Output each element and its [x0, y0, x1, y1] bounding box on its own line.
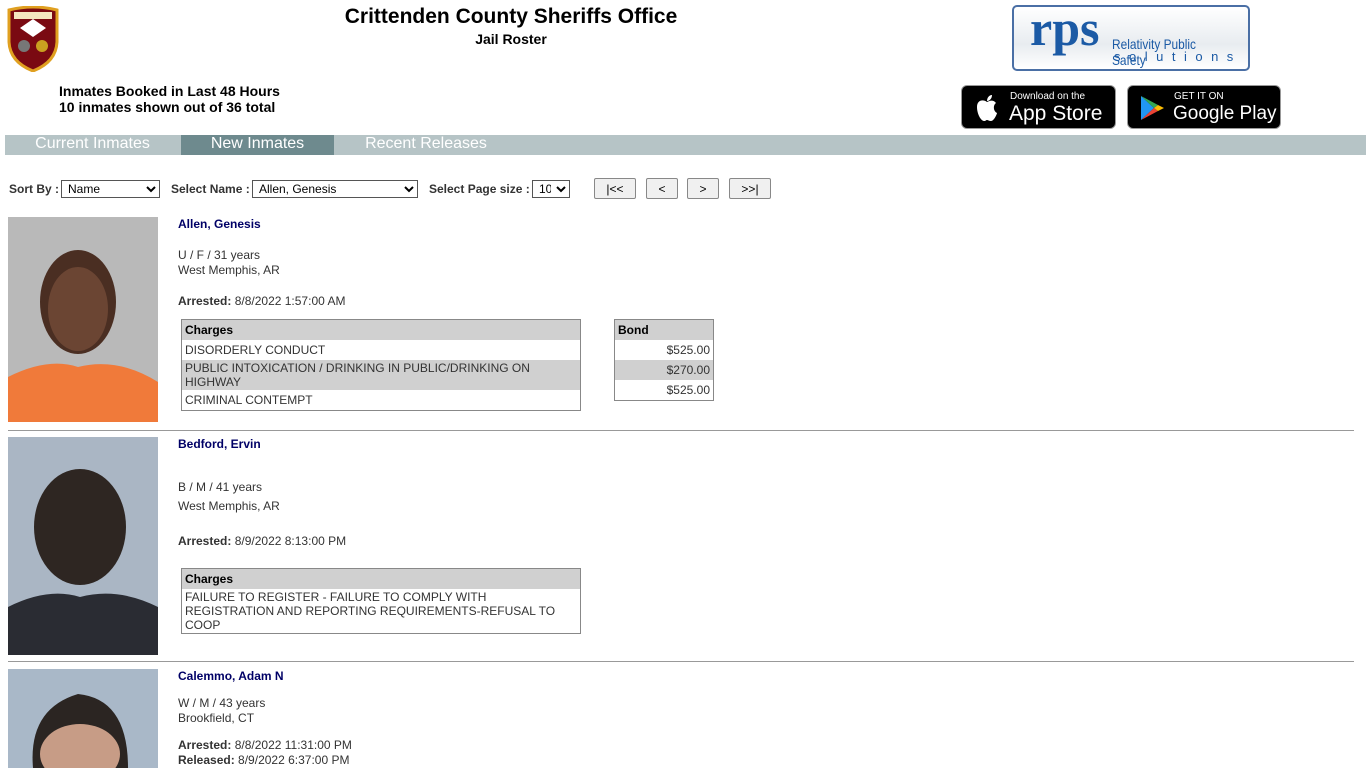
bond-table: Bond $525.00 $270.00 $525.00 [614, 319, 714, 401]
prev-page-button[interactable]: < [646, 178, 678, 199]
rps-logo-line2: solutions [1114, 49, 1242, 64]
charge: PUBLIC INTOXICATION / DRINKING IN PUBLIC… [181, 360, 581, 390]
released-label: Released: [178, 753, 235, 767]
inmate-demographics: W / M / 43 years [178, 696, 266, 710]
tab-recent-releases[interactable]: Recent Releases [335, 135, 517, 155]
arrested-label: Arrested: [178, 738, 232, 752]
page-subtitle: Jail Roster [475, 31, 547, 47]
arrested-label: Arrested: [178, 534, 232, 548]
inmate-record: Allen, Genesis U / F / 31 years West Memp… [8, 217, 1354, 427]
inmate-city: Brookfield, CT [178, 711, 255, 725]
rps-logo[interactable]: rps Relativity Public Safety solutions [1012, 0, 1250, 71]
record-divider [8, 430, 1354, 431]
google-play-large: Google Play [1173, 103, 1277, 124]
google-play-button[interactable]: GET IT ON Google Play [1127, 85, 1281, 129]
first-page-button[interactable]: |<< [594, 178, 636, 199]
inmate-demographics: B / M / 41 years [178, 480, 263, 494]
charges-table: Charges DISORDERLY CONDUCT PUBLIC INTOXI… [181, 319, 581, 411]
summary: Inmates Booked in Last 48 Hours 10 inmat… [59, 83, 280, 115]
inmate-arrested: Arrested: 8/8/2022 1:57:00 AM [178, 294, 345, 309]
charge: DISORDERLY CONDUCT [185, 343, 326, 357]
app-store-large: App Store [1009, 102, 1103, 125]
inmate-photo[interactable] [8, 669, 158, 768]
arrested-label: Arrested: [178, 294, 232, 308]
inmate-details: B / M / 41 years West Memphis, AR [178, 478, 280, 516]
tab-current-inmates[interactable]: Current Inmates [5, 135, 180, 155]
inmate-demographics: U / F / 31 years [178, 248, 261, 262]
inmate-released: Released: 8/9/2022 6:37:00 PM [178, 753, 352, 768]
inmate-name[interactable]: Bedford, Ervin [178, 437, 261, 451]
last-page-button[interactable]: >>| [729, 178, 771, 199]
bond: $525.00 [666, 343, 710, 357]
inmate-name[interactable]: Allen, Genesis [178, 217, 261, 231]
inmate-city: West Memphis, AR [178, 499, 280, 513]
inmate-name[interactable]: Calemmo, Adam N [178, 669, 284, 683]
bond: $525.00 [666, 383, 710, 397]
summary-count: 10 inmates shown out of 36 total [59, 99, 276, 115]
inmate-photo[interactable] [8, 217, 158, 422]
inmate-record: Calemmo, Adam N W / M / 43 years Brookfie… [8, 669, 1354, 769]
name-label: Select Name : [171, 182, 250, 196]
tab-new-inmates[interactable]: New Inmates [181, 135, 334, 155]
inmate-details: U / F / 31 years West Memphis, AR [178, 248, 280, 278]
google-play-icon [1141, 96, 1164, 120]
arrested-date: 8/8/2022 11:31:00 PM [234, 738, 352, 752]
page-size-select[interactable]: 10 [532, 180, 570, 198]
name-select[interactable]: Allen, Genesis [252, 180, 418, 198]
charges-header: Charges [181, 568, 581, 589]
charge: CRIMINAL CONTEMPT [185, 393, 313, 407]
record-divider [8, 661, 1354, 662]
inmate-city: West Memphis, AR [178, 263, 280, 277]
charges-header: Charges [181, 319, 581, 340]
tab-bar: Current Inmates New Inmates Recent Relea… [5, 135, 1366, 155]
inmate-dates: Arrested: 8/8/2022 11:31:00 PM Released:… [178, 738, 352, 768]
app-store-small: Download on the [1010, 91, 1086, 102]
bond-header: Bond [614, 319, 714, 340]
inmate-record: Bedford, Ervin B / M / 41 years West Memp… [8, 437, 1354, 657]
released-date: 8/9/2022 6:37:00 PM [238, 753, 350, 767]
page-size-label: Select Page size : [429, 182, 530, 196]
apple-icon [977, 95, 997, 121]
arrested-date: 8/9/2022 8:13:00 PM [234, 534, 347, 548]
rps-logo-mark: rps [1030, 0, 1100, 56]
inmate-arrested: Arrested: 8/9/2022 8:13:00 PM [178, 534, 346, 549]
sort-select[interactable]: Name [61, 180, 160, 198]
summary-heading: Inmates Booked in Last 48 Hours [59, 83, 280, 99]
inmate-details: W / M / 43 years Brookfield, CT [178, 696, 265, 726]
next-page-button[interactable]: > [687, 178, 719, 199]
inmate-photo[interactable] [8, 437, 158, 655]
bond: $270.00 [614, 360, 714, 380]
charge: FAILURE TO REGISTER - FAILURE TO COMPLY … [185, 590, 556, 632]
page-title: Crittenden County Sheriffs Office [344, 5, 678, 28]
inmate-arrested: Arrested: 8/8/2022 11:31:00 PM [178, 738, 352, 753]
arrested-date: 8/8/2022 1:57:00 AM [234, 294, 346, 308]
charges-table: Charges FAILURE TO REGISTER - FAILURE TO… [181, 568, 581, 634]
app-store-button[interactable]: Download on the App Store [961, 85, 1116, 129]
sort-label: Sort By : [9, 182, 60, 196]
google-play-small: GET IT ON [1174, 91, 1224, 102]
